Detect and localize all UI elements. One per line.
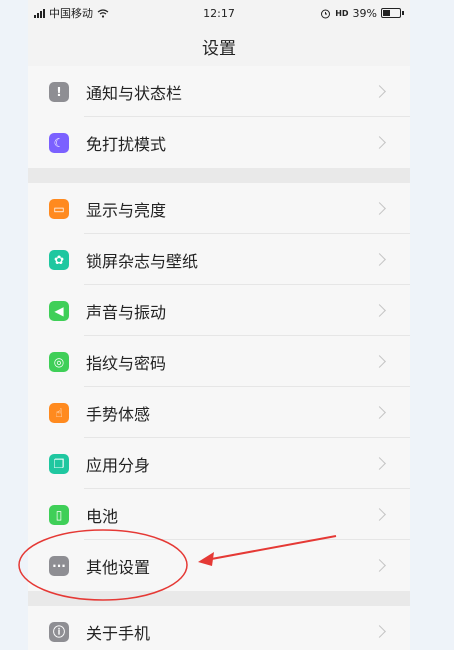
- alarm-icon: [321, 9, 331, 18]
- chevron-right-icon: [373, 406, 386, 419]
- info-icon: ⓘ: [49, 621, 69, 642]
- carrier-label: 中国移动: [49, 7, 93, 20]
- battery-icon: [381, 8, 404, 18]
- settings-item-label: 通知与状态栏: [86, 83, 183, 103]
- settings-item-label: 锁屏杂志与壁纸: [86, 251, 199, 271]
- settings-item[interactable]: ✿ 锁屏杂志与壁纸: [28, 234, 410, 285]
- speaker-icon: ◀: [49, 300, 69, 321]
- group-separator: [28, 168, 410, 183]
- settings-item-label: 其他设置: [86, 557, 151, 577]
- chevron-right-icon: [373, 202, 386, 215]
- settings-item-label: 显示与亮度: [86, 200, 167, 220]
- settings-item-label: 声音与振动: [86, 302, 167, 322]
- settings-list: ! 通知与状态栏 ☾ 免打扰模式 ▭ 显示与亮度 ✿ 锁屏杂志与壁纸 ◀ 声音与振动 ◎ 指纹与密码 ☝…: [28, 66, 410, 650]
- flower-icon: ✿: [49, 249, 69, 270]
- chevron-right-icon: [373, 253, 386, 266]
- fingerprint-icon: ◎: [49, 351, 69, 372]
- wifi-icon: [97, 8, 109, 18]
- settings-item[interactable]: ◎ 指纹与密码: [28, 336, 410, 387]
- settings-item-label: 关于手机: [86, 623, 151, 643]
- chevron-right-icon: [373, 136, 386, 149]
- moon-icon: ☾: [49, 132, 69, 153]
- settings-item[interactable]: ❐ 应用分身: [28, 438, 410, 489]
- battery-percent: 39%: [352, 6, 377, 20]
- phone-screen: 中国移动 12:17 HD 39% 设置 ! 通知与状态栏 ☾ 免打扰模式 ▭ 显示与亮度…: [28, 0, 410, 650]
- chevron-right-icon: [373, 457, 386, 470]
- settings-item[interactable]: ◀ 声音与振动: [28, 285, 410, 336]
- settings-item[interactable]: ⓘ 关于手机: [28, 606, 410, 650]
- settings-item-label: 免打扰模式: [86, 134, 167, 154]
- settings-item[interactable]: ! 通知与状态栏: [28, 66, 410, 117]
- more-icon: ···: [49, 555, 69, 576]
- settings-item[interactable]: ▯ 电池: [28, 489, 410, 540]
- settings-group: ! 通知与状态栏 ☾ 免打扰模式: [28, 66, 410, 168]
- chevron-right-icon: [373, 559, 386, 572]
- chevron-right-icon: [373, 304, 386, 317]
- settings-item[interactable]: ☾ 免打扰模式: [28, 117, 410, 168]
- settings-item[interactable]: ▭ 显示与亮度: [28, 183, 410, 234]
- settings-group: ⓘ 关于手机: [28, 606, 410, 650]
- hd-indicator: HD: [335, 8, 349, 18]
- page-title: 设置: [202, 38, 236, 59]
- notification-icon: !: [49, 81, 69, 102]
- chevron-right-icon: [373, 625, 386, 638]
- settings-item-label: 电池: [86, 506, 119, 526]
- group-separator: [28, 591, 410, 606]
- settings-group: ▭ 显示与亮度 ✿ 锁屏杂志与壁纸 ◀ 声音与振动 ◎ 指纹与密码 ☝ 手势体感 ❐ 应用分身 ▯ 电池 ·…: [28, 183, 410, 591]
- settings-item[interactable]: ☝ 手势体感: [28, 387, 410, 438]
- chevron-right-icon: [373, 355, 386, 368]
- battery-icon: ▯: [49, 504, 69, 525]
- hand-icon: ☝: [49, 402, 69, 423]
- settings-item-label: 应用分身: [86, 455, 151, 475]
- status-bar: 中国移动 12:17 HD 39%: [28, 0, 410, 26]
- signal-icon: [34, 8, 45, 18]
- chevron-right-icon: [373, 508, 386, 521]
- settings-item-label: 手势体感: [86, 404, 151, 424]
- display-icon: ▭: [49, 198, 69, 219]
- clock: 12:17: [203, 6, 235, 20]
- chevron-right-icon: [373, 85, 386, 98]
- settings-item[interactable]: ··· 其他设置: [28, 540, 410, 591]
- clone-icon: ❐: [49, 453, 69, 474]
- settings-item-label: 指纹与密码: [86, 353, 167, 373]
